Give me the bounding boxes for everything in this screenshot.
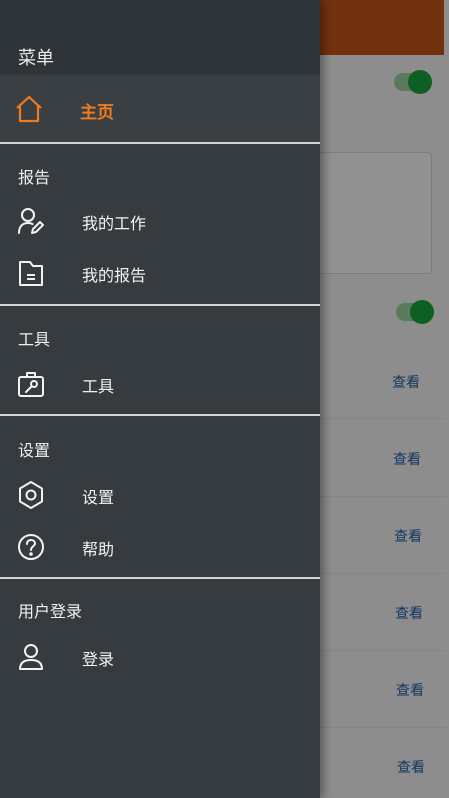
home-icon [14, 94, 44, 124]
drawer-item-my-reports[interactable]: 我的报告 [0, 250, 320, 298]
section-title-user-login: 用户登录 [18, 602, 83, 621]
drawer-item-my-work[interactable]: 我的工作 [0, 198, 320, 246]
drawer-item-my-work-label: 我的工作 [82, 214, 147, 233]
drawer-item-home[interactable]: 主页 [0, 76, 320, 142]
drawer-item-login-label: 登录 [82, 650, 115, 669]
menu-title: 菜单 [18, 48, 54, 69]
section-title-tools: 工具 [18, 330, 51, 349]
navigation-drawer: 菜单 主页 报告 我的工作 我的报告 工具 工具 设置 设置 帮助 用户登录 登… [0, 0, 320, 798]
help-icon [16, 532, 46, 562]
section-title-settings: 设置 [18, 441, 51, 460]
user-icon [16, 642, 46, 672]
drawer-item-tools[interactable]: 工具 [0, 361, 320, 409]
toolbox-icon [16, 369, 46, 399]
divider [0, 304, 320, 306]
drawer-item-tools-label: 工具 [82, 377, 115, 396]
divider [0, 142, 320, 144]
drawer-header: 菜单 [0, 0, 320, 74]
file-report-icon [16, 258, 46, 288]
drawer-item-help[interactable]: 帮助 [0, 524, 320, 572]
user-edit-icon [16, 206, 46, 236]
section-title-reports: 报告 [18, 168, 51, 187]
divider [0, 577, 320, 579]
drawer-item-help-label: 帮助 [82, 540, 115, 559]
settings-icon [16, 480, 46, 510]
drawer-item-settings-label: 设置 [82, 488, 115, 507]
drawer-item-home-label: 主页 [80, 103, 114, 123]
divider [0, 414, 320, 416]
drawer-item-my-reports-label: 我的报告 [82, 266, 147, 285]
drawer-item-settings[interactable]: 设置 [0, 472, 320, 520]
drawer-item-login[interactable]: 登录 [0, 634, 320, 682]
